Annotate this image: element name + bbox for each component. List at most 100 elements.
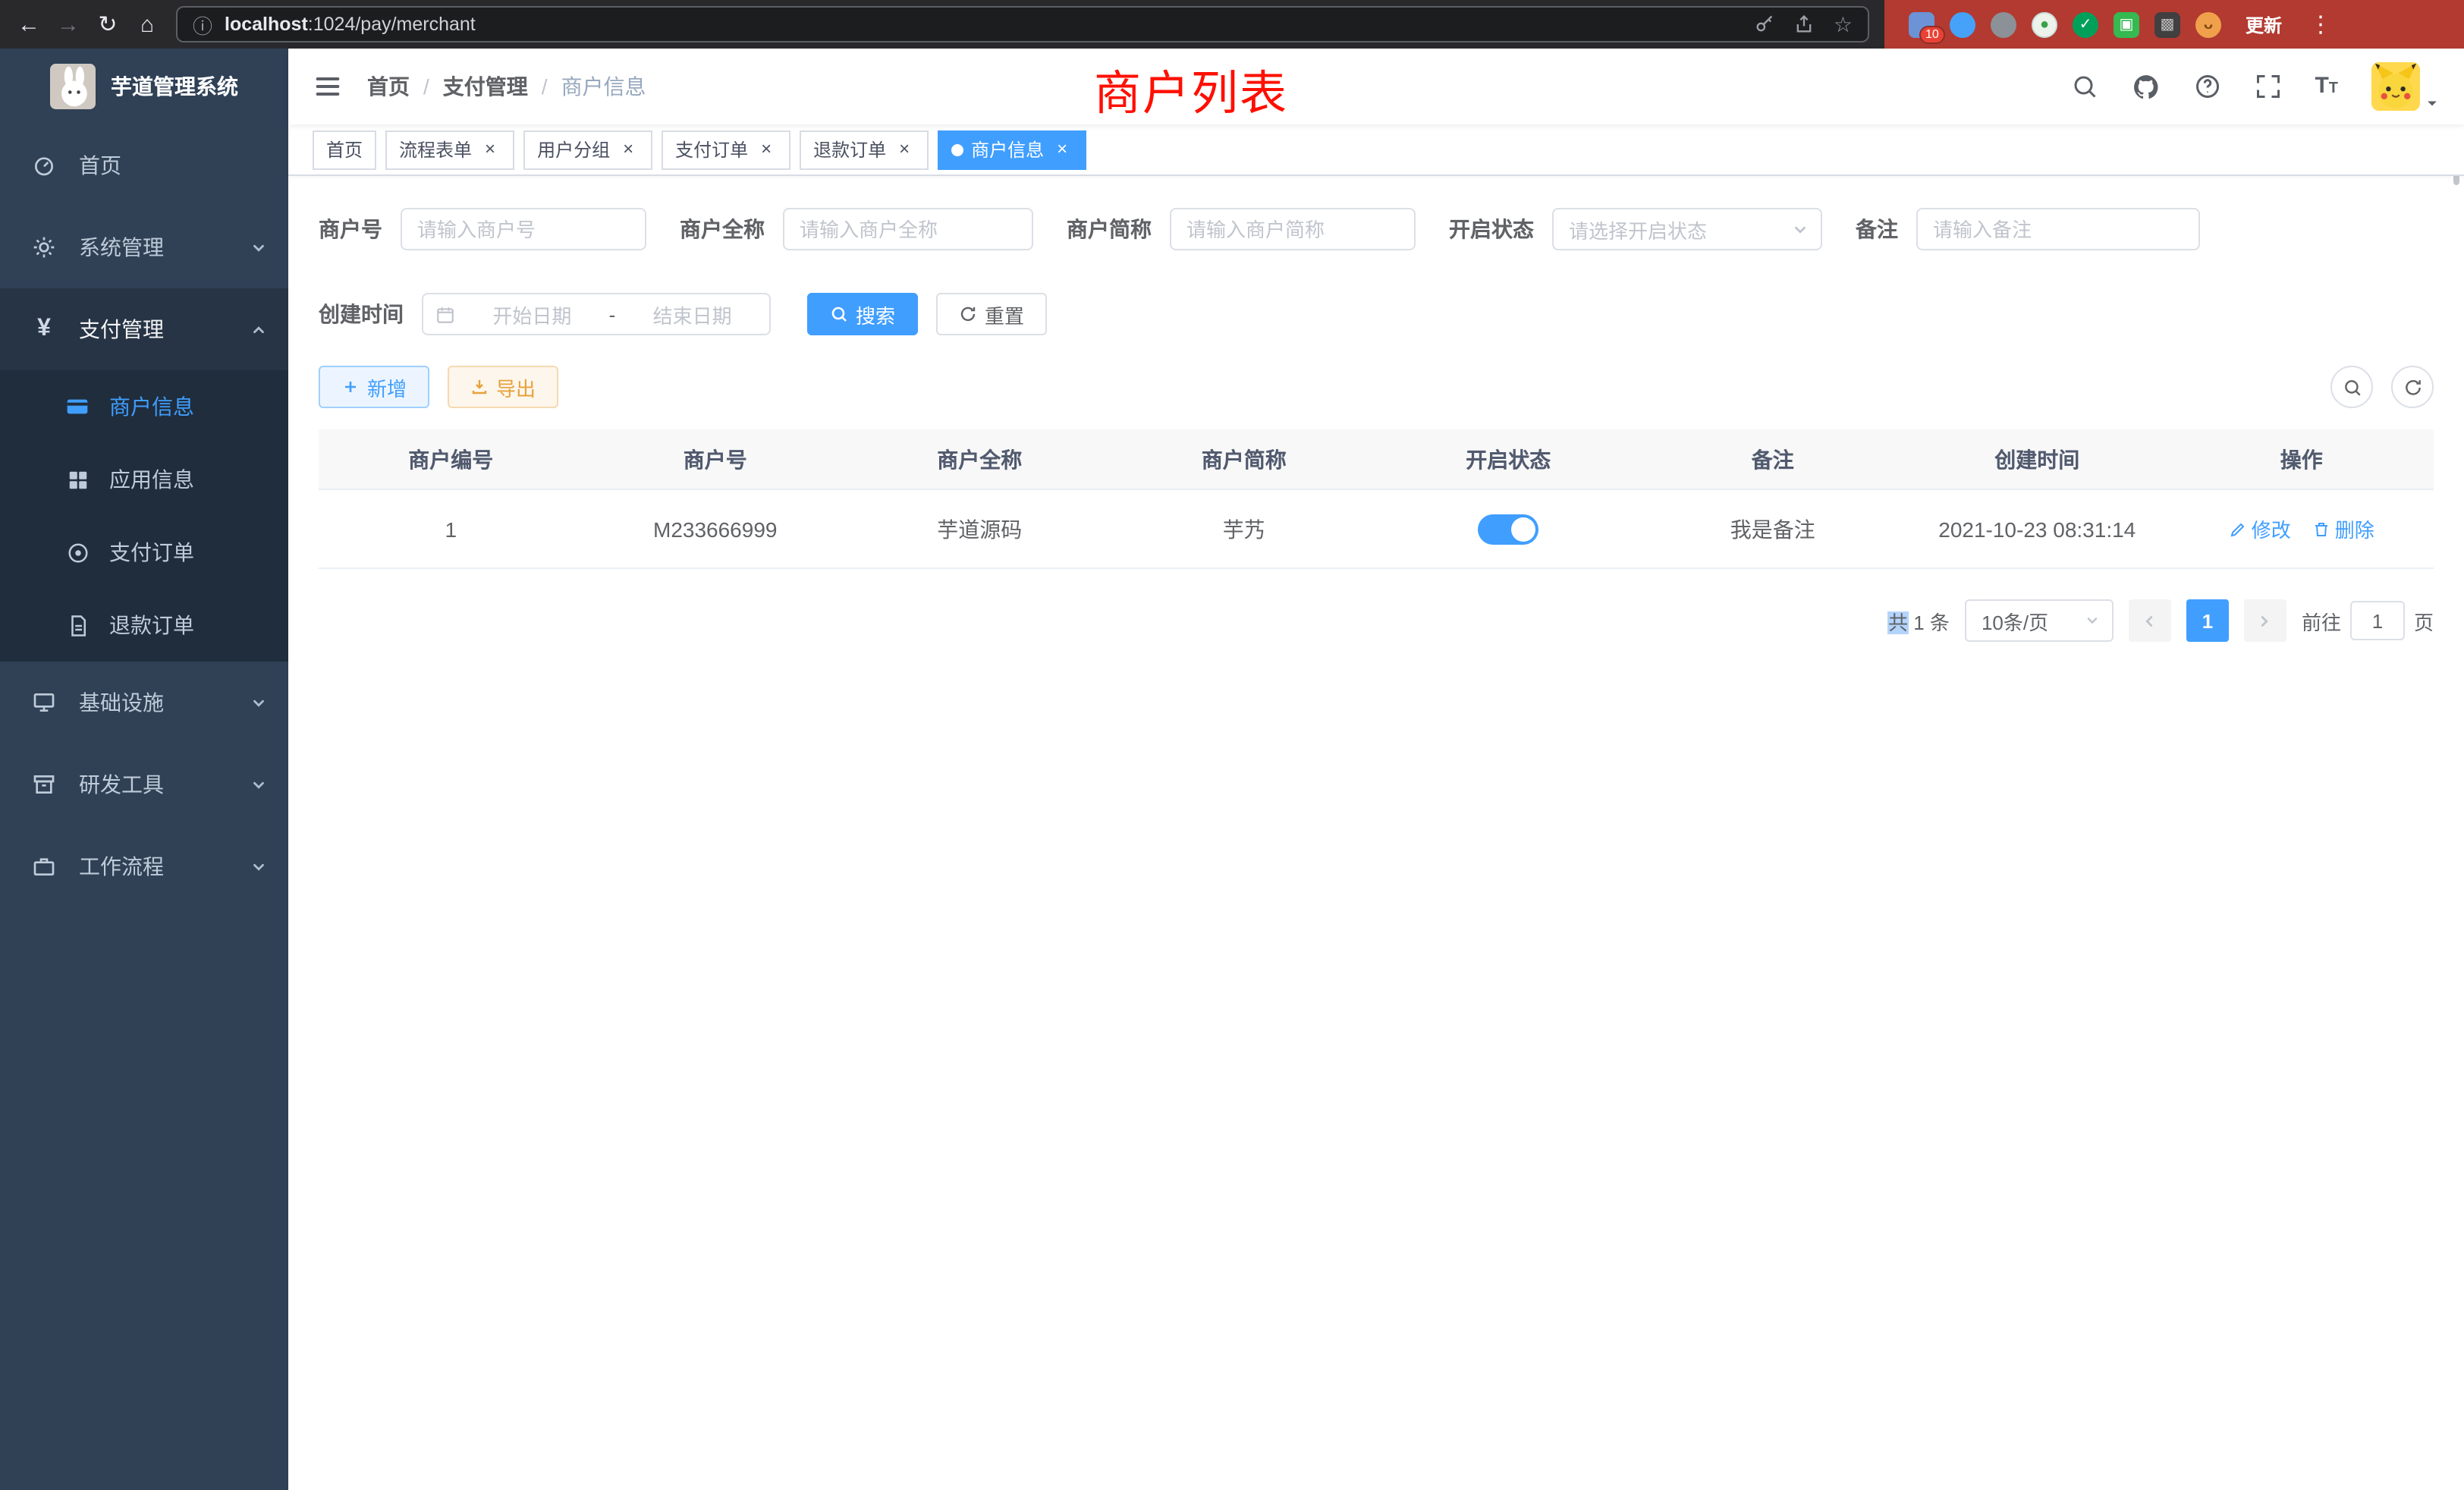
status-toggle[interactable] (1478, 514, 1538, 544)
add-button[interactable]: 新增 (319, 366, 429, 408)
date-range-picker[interactable]: 开始日期 - 结束日期 (422, 293, 771, 335)
tab-user-group[interactable]: 用户分组× (523, 130, 652, 169)
sidebar-item-infrastructure[interactable]: 基础设施 (0, 662, 288, 743)
tab-home[interactable]: 首页 (313, 130, 376, 169)
browser-menu-icon[interactable]: ⋮ (2309, 11, 2332, 38)
sidebar-item-payment-order[interactable]: 支付订单 (0, 516, 288, 589)
prev-page-button[interactable] (2129, 599, 2171, 642)
browser-toolbar: ← → ↻ ⌂ ⓘ localhost:1024/pay/merchant ☆ … (0, 0, 2464, 49)
fullscreen-icon[interactable] (2254, 73, 2281, 100)
tab-label: 流程表单 (399, 137, 472, 162)
tab-merchant-info[interactable]: 商户信息× (938, 130, 1086, 169)
logo-image (50, 64, 96, 109)
end-date-placeholder: 结束日期 (627, 300, 757, 328)
sidebar-item-workflow[interactable]: 工作流程 (0, 825, 288, 907)
tab-refund-order[interactable]: 退款订单× (800, 130, 929, 169)
short-name-input[interactable] (1170, 208, 1416, 250)
site-info-icon[interactable]: ⓘ (193, 10, 212, 39)
chrome-update-button[interactable]: 更新 (2246, 11, 2282, 37)
chevron-down-icon (2085, 613, 2100, 628)
extension-icon-badge[interactable]: 10 (1909, 11, 1934, 37)
gear-icon (30, 235, 58, 259)
app-logo[interactable]: 芋道管理系统 (0, 49, 288, 124)
font-size-icon[interactable]: TT (2315, 74, 2338, 99)
user-menu[interactable] (2371, 62, 2440, 111)
column-header: 商户全称 (847, 444, 1112, 474)
extension-icon-cat[interactable]: ● (2032, 11, 2057, 37)
goto-page-input[interactable] (2350, 601, 2405, 640)
password-key-icon[interactable] (1755, 14, 1776, 35)
full-name-input[interactable] (783, 208, 1033, 250)
extension-badge: 10 (1919, 25, 1945, 43)
remark-input[interactable] (1916, 208, 2200, 250)
search-button[interactable]: 搜索 (807, 293, 918, 335)
tab-process-form[interactable]: 流程表单 × (385, 130, 514, 169)
merchant-table: 商户编号 商户号 商户全称 商户简称 开启状态 备注 创建时间 操作 1 M23… (319, 429, 2434, 569)
breadcrumb-payment-mgmt[interactable]: 支付管理 (443, 71, 528, 102)
screen: ← → ↻ ⌂ ⓘ localhost:1024/pay/merchant ☆ … (0, 0, 2464, 1490)
share-icon[interactable] (1794, 14, 1815, 35)
browser-home-icon[interactable]: ⌂ (127, 11, 167, 37)
page-size-select[interactable]: 10条/页 (1965, 599, 2114, 642)
url-text[interactable]: localhost:1024/pay/merchant (225, 14, 1736, 35)
filter-row-2: 创建时间 开始日期 - 结束日期 搜索 (319, 293, 2434, 335)
bookmark-star-icon[interactable]: ☆ (1834, 11, 1853, 37)
close-icon[interactable]: × (1051, 139, 1073, 160)
extension-icon-gray[interactable] (1991, 11, 2016, 37)
refresh-table-button[interactable] (2391, 366, 2434, 408)
menu-label: 首页 (79, 150, 267, 181)
circle-dot-icon (64, 541, 91, 564)
sidebar-item-merchant-info[interactable]: 商户信息 (0, 370, 288, 443)
close-icon[interactable]: × (894, 139, 915, 160)
avatar[interactable] (2371, 62, 2420, 111)
sidebar-item-refund-order[interactable]: 退款订单 (0, 589, 288, 662)
address-bar[interactable]: ⓘ localhost:1024/pay/merchant ☆ (176, 6, 1869, 42)
edit-button[interactable]: 修改 (2229, 514, 2291, 543)
extension-icon-dark[interactable]: ▩ (2154, 11, 2180, 37)
close-icon[interactable]: × (618, 139, 639, 160)
github-icon[interactable] (2131, 72, 2160, 101)
top-navbar: 首页 / 支付管理 / 商户信息 (288, 49, 2464, 124)
profile-avatar-icon[interactable]: ᴗ (2195, 11, 2221, 37)
full-name-label: 商户全称 (680, 214, 765, 244)
chevron-down-icon (250, 776, 267, 793)
browser-reload-icon[interactable]: ↻ (88, 11, 127, 38)
close-icon[interactable]: × (479, 139, 501, 160)
edit-pencil-icon (2229, 520, 2247, 538)
sidebar-item-payment-mgmt[interactable]: ¥ 支付管理 (0, 288, 288, 370)
cell-remark: 我是备注 (1641, 514, 1906, 544)
help-icon[interactable] (2193, 73, 2220, 100)
search-icon[interactable] (2070, 73, 2098, 100)
close-icon[interactable]: × (756, 139, 777, 160)
reset-button[interactable]: 重置 (936, 293, 1047, 335)
sidebar-menu: 首页 系统管理 ¥ 支付管理 (0, 124, 288, 907)
browser-back-icon[interactable]: ← (9, 11, 49, 37)
app-title: 芋道管理系统 (111, 71, 238, 102)
sidebar-item-app-info[interactable]: 应用信息 (0, 443, 288, 516)
sidebar-item-dev-tools[interactable]: 研发工具 (0, 743, 288, 825)
sidebar-item-system-mgmt[interactable]: 系统管理 (0, 206, 288, 288)
table-toolbar: 新增 导出 (319, 366, 2434, 408)
document-icon (64, 614, 91, 637)
breadcrumb-home[interactable]: 首页 (367, 71, 410, 102)
sidebar-item-home[interactable]: 首页 (0, 124, 288, 206)
merchant-no-input[interactable] (401, 208, 646, 250)
sidebar-toggle-icon[interactable] (313, 71, 343, 102)
breadcrumb-separator: / (542, 74, 548, 99)
menu-label: 退款订单 (109, 610, 288, 640)
status-select[interactable]: 请选择开启状态 (1552, 208, 1822, 250)
refresh-icon (2403, 377, 2422, 397)
tab-payment-order[interactable]: 支付订单× (662, 130, 790, 169)
dashboard-icon (30, 153, 58, 178)
delete-button[interactable]: 删除 (2312, 514, 2374, 543)
export-button[interactable]: 导出 (448, 366, 558, 408)
active-tab-dot (951, 143, 963, 156)
trash-icon (2312, 520, 2330, 538)
extension-icon-blue[interactable] (1950, 11, 1975, 37)
extension-icon-check[interactable]: ✓ (2073, 11, 2098, 37)
extension-icon-green[interactable]: ▣ (2114, 11, 2139, 37)
browser-forward-icon[interactable]: → (49, 11, 88, 37)
next-page-button[interactable] (2244, 599, 2286, 642)
toggle-search-button[interactable] (2330, 366, 2373, 408)
page-number-button[interactable]: 1 (2186, 599, 2229, 642)
